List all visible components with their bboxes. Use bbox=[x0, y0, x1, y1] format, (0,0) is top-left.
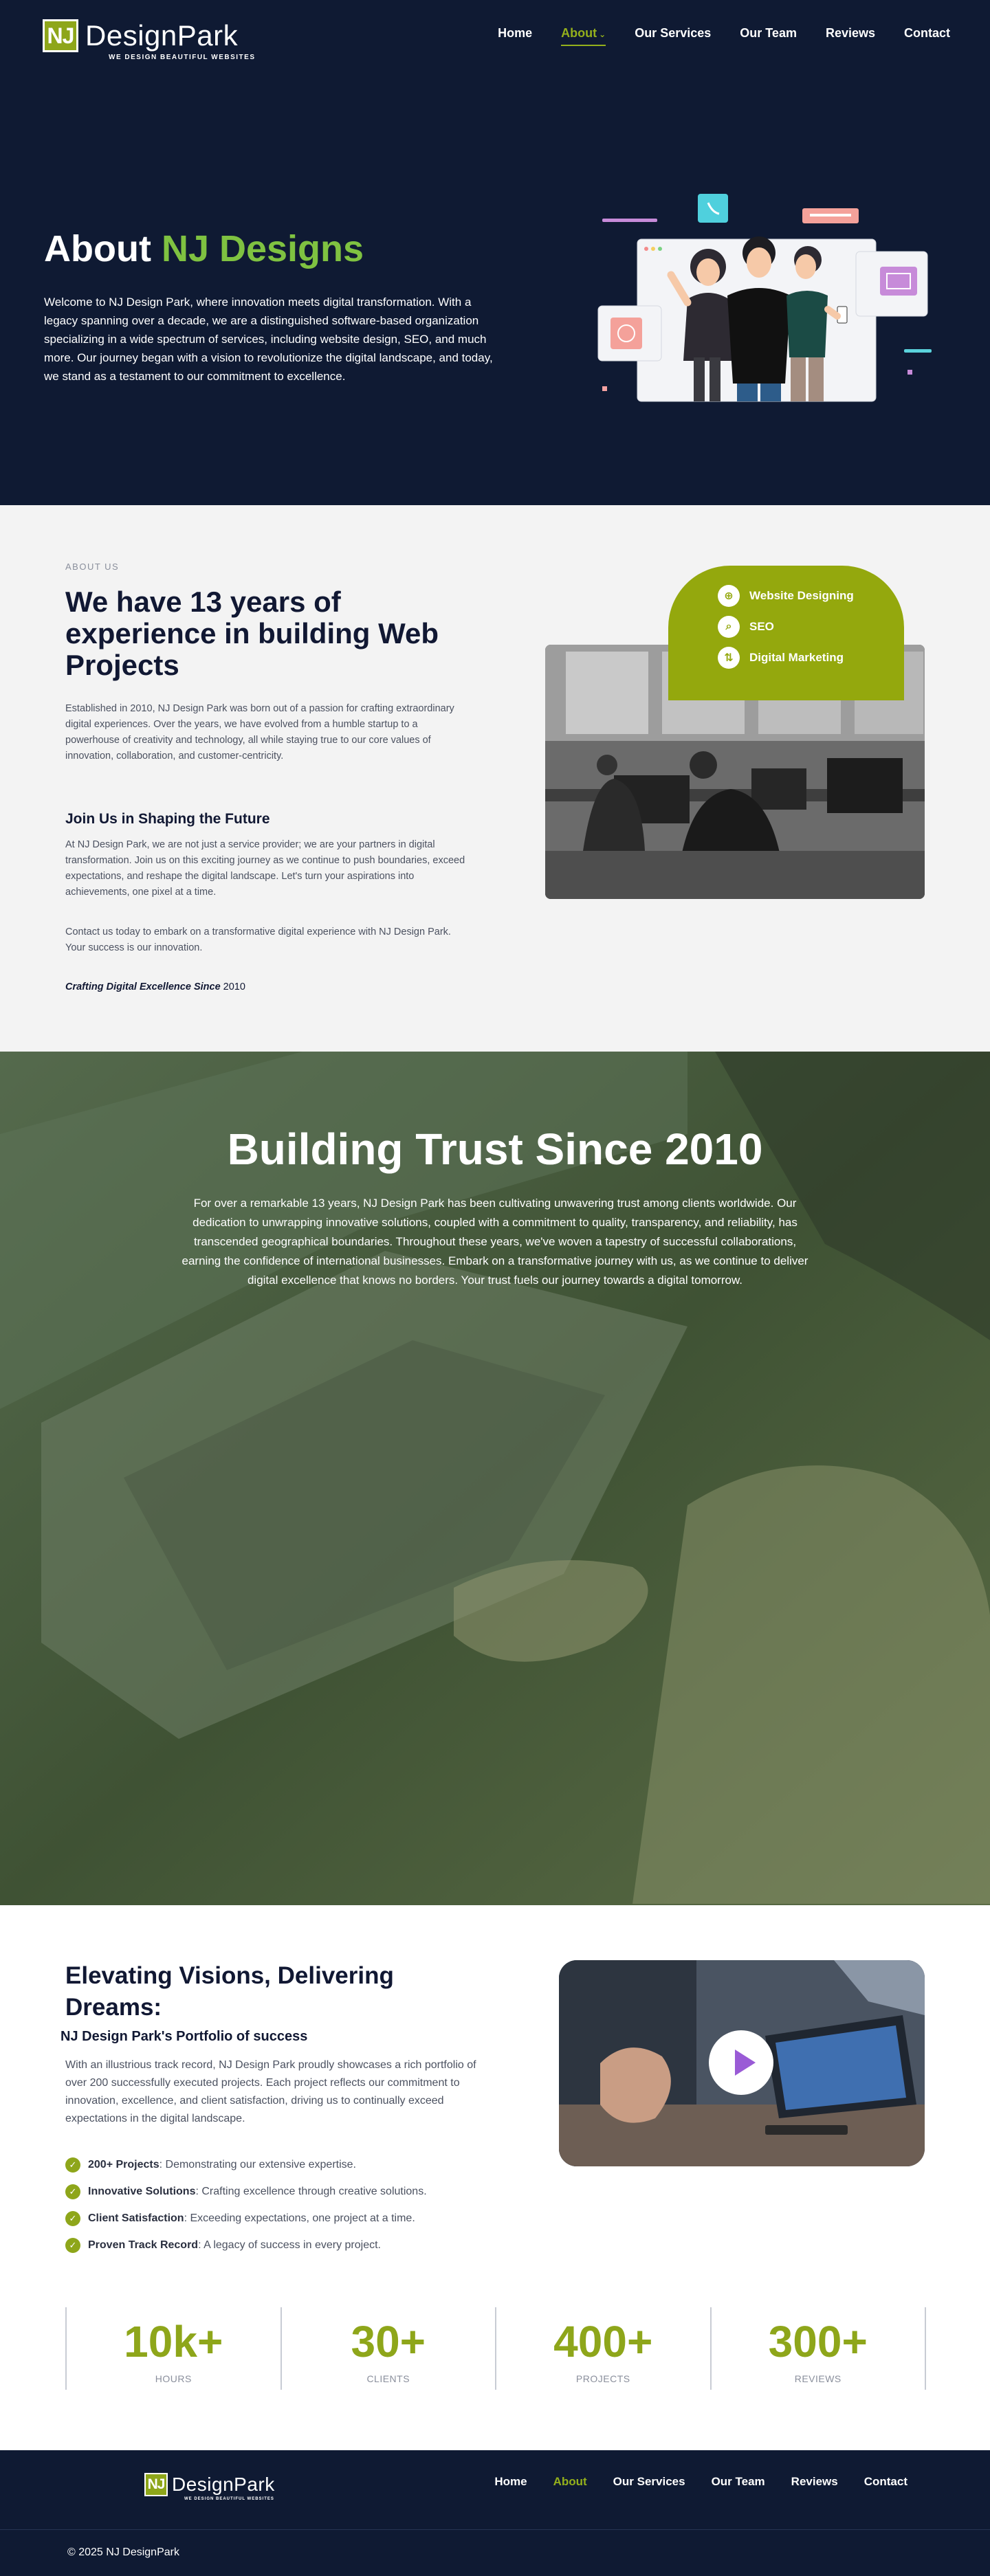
footer-nav-about[interactable]: About bbox=[553, 2475, 587, 2493]
check-icon: ✓ bbox=[65, 2184, 80, 2199]
stat-value: 400+ bbox=[553, 2317, 653, 2366]
portfolio-heading: Elevating Visions, Delivering Dreams: bbox=[65, 1962, 394, 2021]
service-label: Digital Marketing bbox=[749, 651, 844, 664]
check-bold: Proven Track Record bbox=[88, 2239, 199, 2251]
trust-heading: Building Trust Since 2010 bbox=[227, 1124, 763, 1174]
about-heading: We have 13 years of experience in buildi… bbox=[65, 586, 439, 681]
portfolio-subheading: NJ Design Park's Portfolio of success bbox=[60, 2029, 308, 2044]
logo-name: DesignPark bbox=[85, 19, 239, 52]
about-paragraph-1: Established in 2010, NJ Design Park was … bbox=[65, 703, 454, 762]
laptop-background-photo bbox=[0, 1052, 990, 1905]
check-bold: Innovative Solutions bbox=[88, 2185, 196, 2197]
stat-label: REVIEWS bbox=[794, 2373, 842, 2384]
logo-tagline: WE DESIGN BEAUTIFUL WEBSITES bbox=[184, 2497, 274, 2501]
hero-text: Welcome to NJ Design Park, where innovat… bbox=[44, 296, 493, 383]
list-item: ✓ Innovative Solutions: Crafting excellen… bbox=[65, 2178, 427, 2205]
about-paragraph-2: At NJ Design Park, we are not just a ser… bbox=[65, 839, 465, 898]
stats-row: 10k+ HOURS 30+ CLIENTS 400+ PROJECTS 300… bbox=[65, 2307, 926, 2390]
play-icon bbox=[735, 2050, 756, 2076]
logo-initials: NJ bbox=[144, 2473, 168, 2496]
logo-initials: NJ bbox=[43, 19, 78, 52]
nav-about[interactable]: About ⌄ bbox=[561, 26, 606, 46]
portfolio-checklist: ✓ 200+ Projects: Demonstrating our extens… bbox=[65, 2151, 427, 2258]
trust-text: For over a remarkable 13 years, NJ Desig… bbox=[182, 1197, 808, 1287]
stat-hours: 10k+ HOURS bbox=[65, 2307, 280, 2390]
list-item: ✓ Client Satisfaction: Exceeding expectat… bbox=[65, 2205, 427, 2232]
footer-nav-home[interactable]: Home bbox=[494, 2475, 527, 2493]
about-section: ABOUT US We have 13 years of experience … bbox=[0, 505, 990, 1052]
check-icon: ✓ bbox=[65, 2210, 80, 2226]
logo-name: DesignPark bbox=[172, 2474, 275, 2495]
crafting-year: 2010 bbox=[223, 981, 245, 992]
check-text: : A legacy of success in every project. bbox=[198, 2239, 381, 2251]
check-bold: Client Satisfaction bbox=[88, 2212, 184, 2224]
services-card: ⊕ Website Designing ⌕ SEO ⇅ Digital Mark… bbox=[668, 566, 904, 700]
search-icon: ⌕ bbox=[718, 616, 740, 638]
service-digital-marketing[interactable]: ⇅ Digital Marketing bbox=[718, 647, 844, 669]
stat-label: CLIENTS bbox=[366, 2373, 410, 2384]
hero-title-prefix: About bbox=[44, 228, 151, 269]
site-logo[interactable]: NJ DesignPark WE DESIGN BEAUTIFUL WEBSIT… bbox=[43, 19, 256, 61]
footer-divider bbox=[0, 2529, 990, 2530]
nav-about-label: About bbox=[561, 26, 597, 40]
check-text: : Crafting excellence through creative s… bbox=[195, 2185, 427, 2197]
list-item: ✓ Proven Track Record: A legacy of succes… bbox=[65, 2232, 427, 2258]
chevron-down-icon: ⌄ bbox=[599, 30, 606, 39]
team-illustration bbox=[597, 194, 932, 402]
check-icon: ✓ bbox=[65, 2237, 80, 2253]
stat-label: HOURS bbox=[155, 2373, 192, 2384]
stat-value: 30+ bbox=[351, 2317, 426, 2366]
site-footer: NJ DesignPark WE DESIGN BEAUTIFUL WEBSIT… bbox=[0, 2450, 990, 2576]
nav-our-services[interactable]: Our Services bbox=[635, 26, 711, 46]
play-button[interactable] bbox=[709, 2030, 773, 2095]
crafting-since: Crafting Digital Excellence Since 2010 bbox=[65, 981, 245, 992]
footer-nav-our-services[interactable]: Our Services bbox=[613, 2475, 685, 2493]
top-navbar: NJ DesignPark WE DESIGN BEAUTIFUL WEBSIT… bbox=[0, 0, 990, 76]
logo-tagline: WE DESIGN BEAUTIFUL WEBSITES bbox=[109, 54, 256, 61]
nav-contact[interactable]: Contact bbox=[904, 26, 950, 46]
stat-value: 300+ bbox=[768, 2317, 868, 2366]
footer-nav-our-team[interactable]: Our Team bbox=[712, 2475, 765, 2493]
trust-section: Building Trust Since 2010 For over a rem… bbox=[0, 1052, 990, 1905]
hero-title: About NJ Designs bbox=[44, 227, 364, 271]
globe-icon: ⊕ bbox=[718, 585, 740, 607]
service-label: Website Designing bbox=[749, 589, 854, 602]
footer-nav-reviews[interactable]: Reviews bbox=[791, 2475, 838, 2493]
portfolio-text: With an illustrious track record, NJ Des… bbox=[65, 2059, 476, 2124]
service-website-designing[interactable]: ⊕ Website Designing bbox=[718, 585, 854, 607]
check-icon: ✓ bbox=[65, 2157, 80, 2173]
stat-label: PROJECTS bbox=[575, 2373, 630, 2384]
about-paragraph-3: Contact us today to embark on a transfor… bbox=[65, 926, 451, 953]
footer-menu: Home About Our Services Our Team Reviews… bbox=[468, 2475, 908, 2493]
nav-reviews[interactable]: Reviews bbox=[826, 26, 875, 46]
stat-value: 10k+ bbox=[124, 2317, 223, 2366]
footer-logo[interactable]: NJ DesignPark WE DESIGN BEAUTIFUL WEBSIT… bbox=[144, 2473, 275, 2501]
stat-reviews: 300+ REVIEWS bbox=[710, 2307, 926, 2390]
portfolio-section: Elevating Visions, Delivering Dreams: NJ… bbox=[0, 1905, 990, 2450]
video-thumbnail[interactable] bbox=[559, 1960, 925, 2166]
join-heading: Join Us in Shaping the Future bbox=[65, 811, 270, 827]
nav-home[interactable]: Home bbox=[498, 26, 532, 46]
service-seo[interactable]: ⌕ SEO bbox=[718, 616, 774, 638]
about-eyebrow: ABOUT US bbox=[65, 562, 120, 572]
check-bold: 200+ Projects bbox=[88, 2158, 160, 2170]
copyright: © 2025 NJ DesignPark bbox=[67, 2546, 179, 2558]
nav-our-team[interactable]: Our Team bbox=[740, 26, 797, 46]
main-menu: Home About ⌄ Our Services Our Team Review… bbox=[469, 26, 950, 46]
service-label: SEO bbox=[749, 620, 774, 633]
hero-section: NJ DesignPark WE DESIGN BEAUTIFUL WEBSIT… bbox=[0, 0, 990, 505]
stat-clients: 30+ CLIENTS bbox=[280, 2307, 496, 2390]
marketing-icon: ⇅ bbox=[718, 647, 740, 669]
list-item: ✓ 200+ Projects: Demonstrating our extens… bbox=[65, 2151, 427, 2178]
stat-projects: 400+ PROJECTS bbox=[495, 2307, 710, 2390]
check-text: : Demonstrating our extensive expertise. bbox=[159, 2158, 356, 2170]
hero-title-accent: NJ Designs bbox=[161, 228, 364, 269]
crafting-text: Crafting Digital Excellence Since bbox=[65, 981, 221, 992]
footer-nav-contact[interactable]: Contact bbox=[864, 2475, 908, 2493]
check-text: : Exceeding expectations, one project at… bbox=[184, 2212, 415, 2224]
